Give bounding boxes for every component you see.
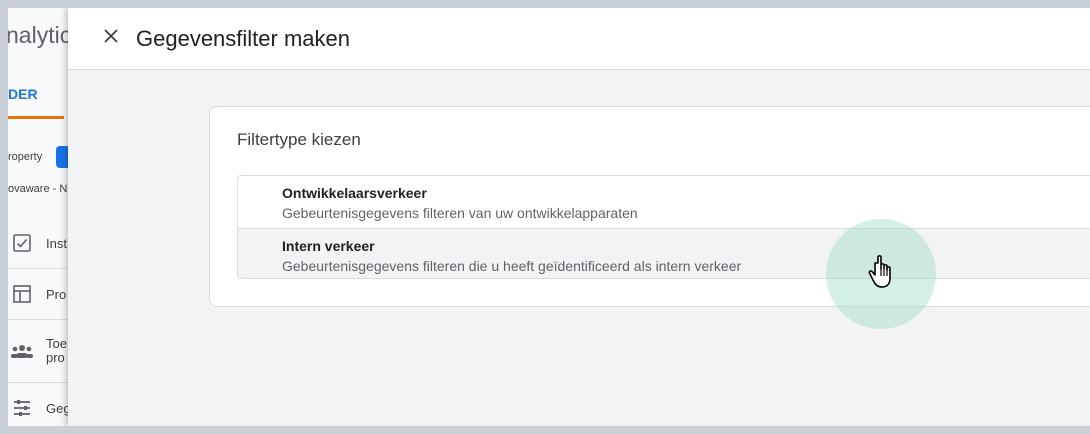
hand-pointer-icon	[867, 254, 901, 292]
option-developer-traffic[interactable]: Ontwikkelaarsverkeer Gebeurtenisgegevens…	[238, 176, 1090, 228]
option-title: Ontwikkelaarsverkeer	[282, 185, 427, 201]
people-icon	[10, 339, 34, 363]
divider	[8, 319, 68, 320]
layout-icon	[10, 282, 34, 306]
background-sidebar: nalytic DER roperty ovaware - N Inst Pro…	[8, 8, 68, 426]
panel-header: Gegevensfilter maken	[68, 8, 1090, 70]
tab-underline	[8, 116, 64, 119]
screen-frame: nalytic DER roperty ovaware - N Inst Pro…	[8, 8, 1090, 426]
sidebar-item-access[interactable]: Toe pro	[8, 331, 67, 371]
divider	[8, 268, 68, 269]
card-title: Filtertype kiezen	[237, 130, 361, 149]
app-logo-text: nalytic	[8, 22, 68, 48]
admin-tab[interactable]: DER	[8, 86, 38, 102]
create-property-button[interactable]	[56, 146, 68, 168]
sidebar-item-label: Pro	[46, 286, 67, 302]
sidebar-item-label: Inst	[46, 235, 67, 251]
filter-type-card: Filtertype kiezen Ontwikkelaarsverkeer G…	[209, 106, 1090, 307]
sidebar-item-label: Toe	[46, 336, 67, 351]
close-icon	[103, 28, 119, 49]
property-label: roperty	[8, 151, 43, 163]
sidebar-item-property[interactable]: Pro	[8, 274, 66, 314]
option-title: Intern verkeer	[282, 238, 375, 254]
sidebar-item-setup[interactable]: Inst	[8, 223, 67, 263]
option-description: Gebeurtenisgegevens filteren van uw ontw…	[282, 205, 638, 221]
close-button[interactable]	[98, 26, 124, 52]
create-data-filter-panel: Gegevensfilter maken Filtertype kiezen O…	[68, 8, 1090, 426]
filter-sliders-icon	[10, 396, 34, 420]
divider	[8, 382, 68, 383]
checklist-icon	[10, 231, 34, 255]
sidebar-item-label-line2: pro	[46, 350, 65, 365]
option-internal-traffic[interactable]: Intern verkeer Gebeurtenisgegevens filte…	[238, 228, 1090, 278]
filter-type-list: Ontwikkelaarsverkeer Gebeurtenisgegevens…	[237, 175, 1090, 279]
account-name: ovaware - N	[8, 183, 68, 195]
option-description: Gebeurtenisgegevens filteren die u heeft…	[282, 258, 742, 274]
panel-title: Gegevensfilter maken	[136, 25, 350, 51]
sidebar-item-data[interactable]: Geg	[8, 388, 68, 426]
sidebar-item-label: Geg	[46, 400, 68, 416]
